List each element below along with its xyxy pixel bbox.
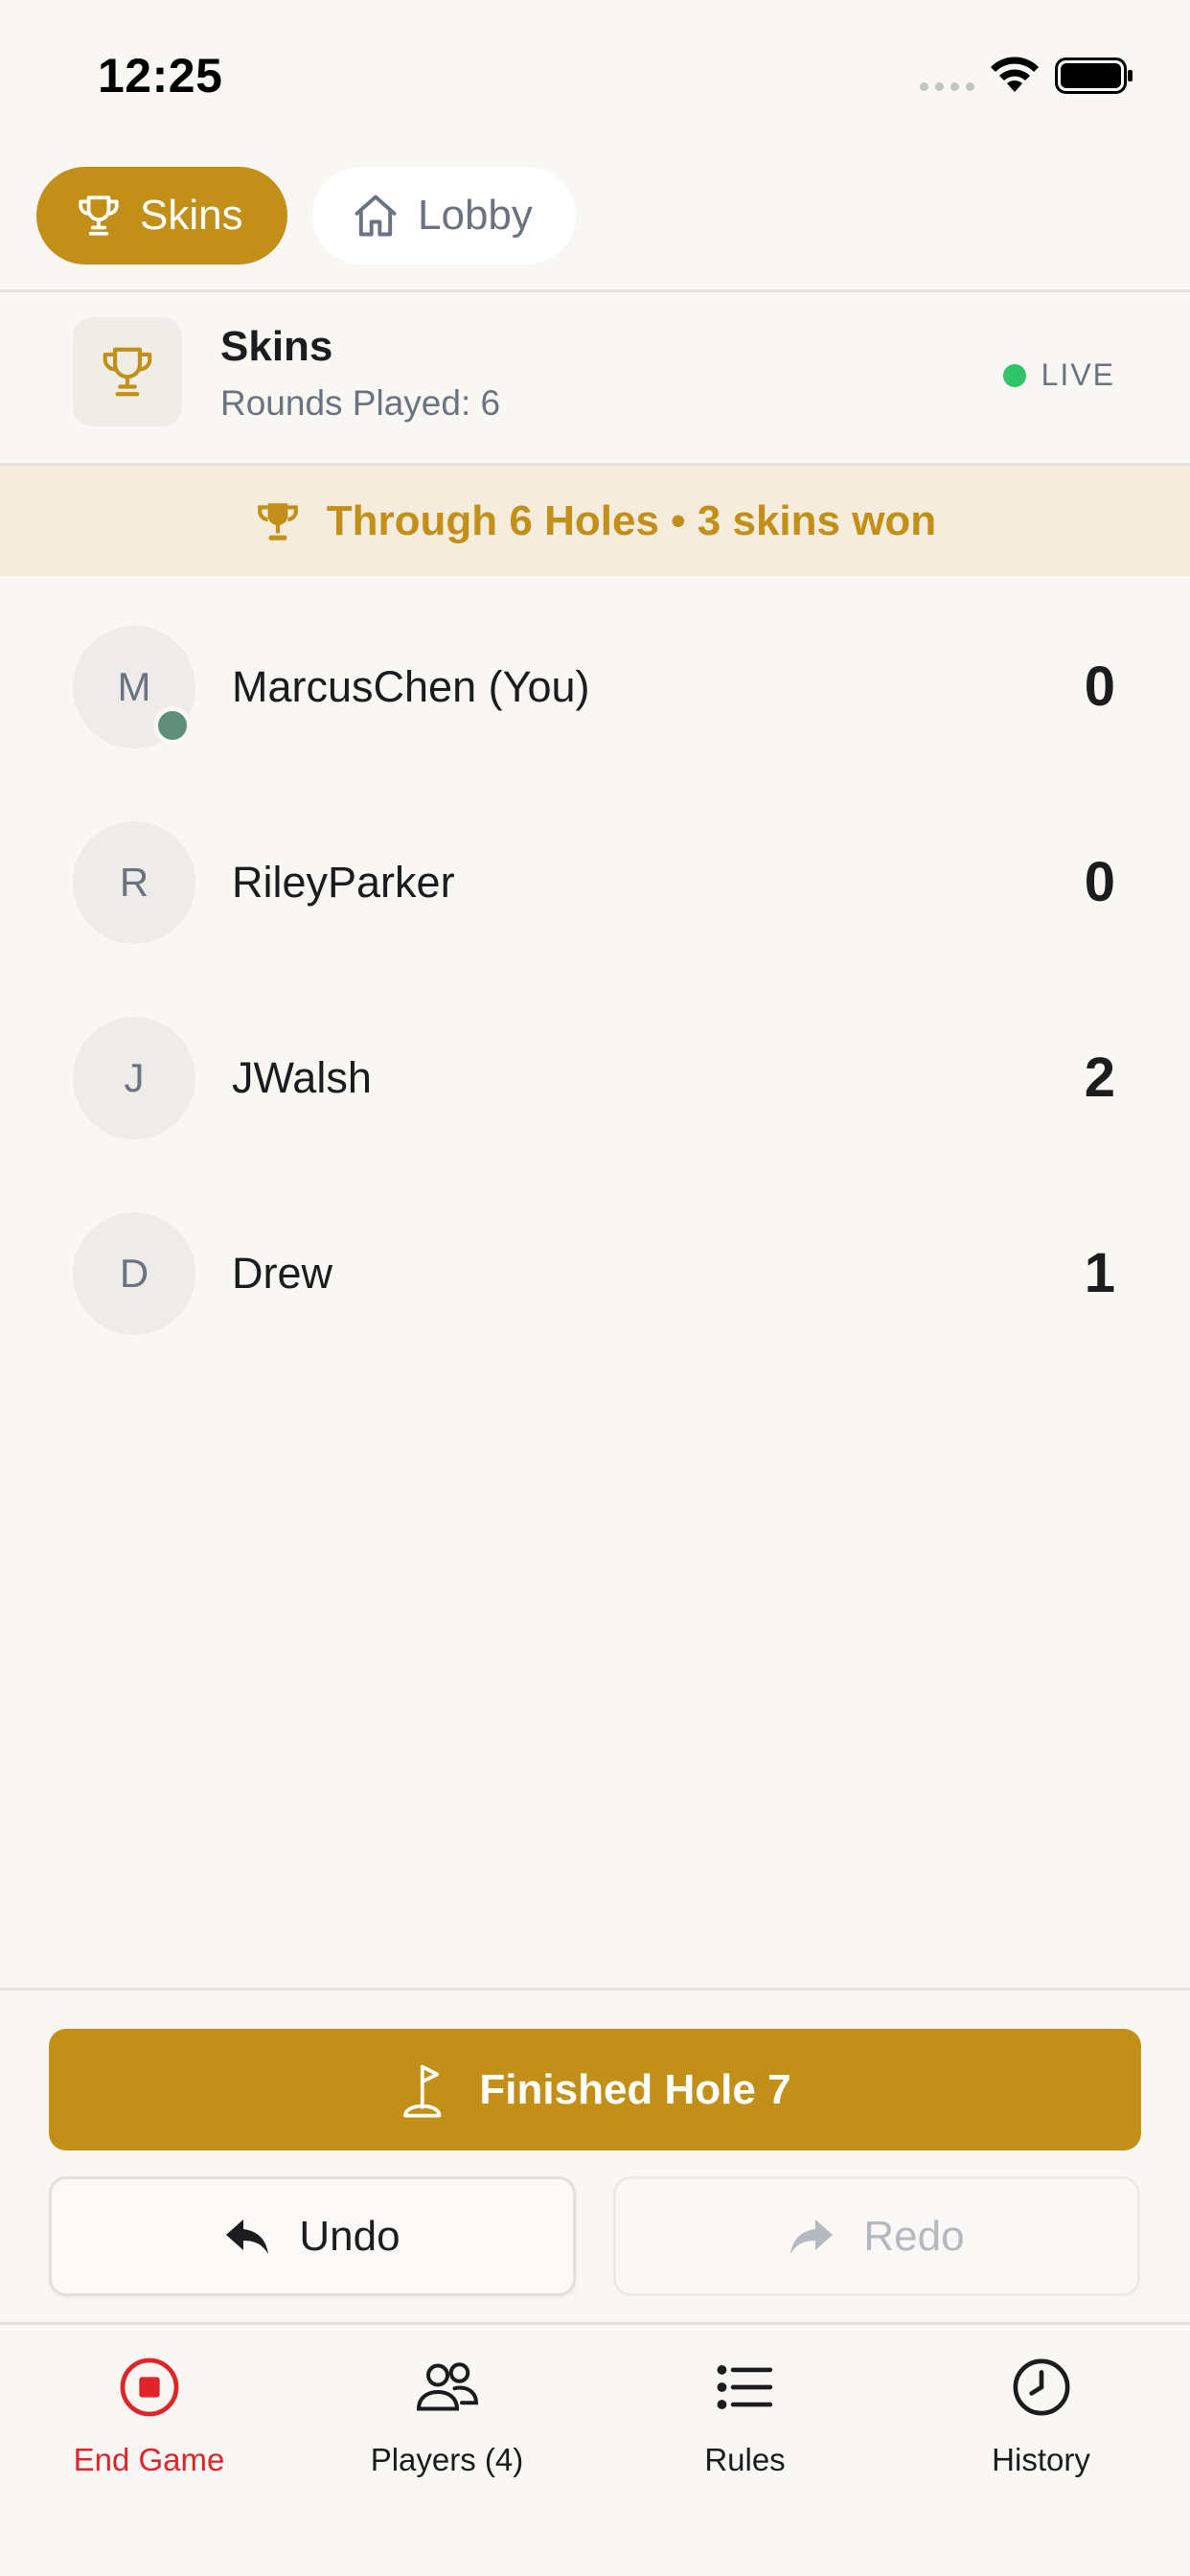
clock-icon <box>1013 2358 1069 2416</box>
undo-button[interactable]: Undo <box>49 2176 576 2296</box>
tab-history[interactable]: History <box>892 2344 1190 2478</box>
tab-players[interactable]: Players (4) <box>298 2344 596 2478</box>
tab-lobby[interactable]: Lobby <box>312 167 576 264</box>
battery-icon <box>1055 58 1133 94</box>
status-bar: 12:25 <box>0 0 1190 144</box>
list-icon <box>717 2365 772 2409</box>
bottom-tab-bar: End Game Players (4) Rules History <box>0 2325 1190 2576</box>
game-header: Skins Rounds Played: 6 LIVE <box>0 292 1190 465</box>
player-name: JWalsh <box>232 1053 372 1102</box>
player-score: 1 <box>1084 1242 1115 1304</box>
player-name: MarcusChen (You) <box>232 662 590 711</box>
trophy-icon <box>79 196 119 236</box>
player-score: 0 <box>1084 656 1115 718</box>
tab-lobby-label: Lobby <box>418 192 533 239</box>
tab-skins[interactable]: Skins <box>36 167 287 264</box>
player-row[interactable]: M MarcusChen (You) 0 <box>0 576 1190 771</box>
player-row[interactable]: R RileyParker 0 <box>0 771 1190 967</box>
tab-players-label: Players (4) <box>370 2442 524 2477</box>
live-dot-icon <box>1002 363 1026 387</box>
live-indicator: LIVE <box>1002 357 1115 393</box>
tab-rules-label: Rules <box>704 2442 786 2477</box>
game-title: Skins <box>220 323 333 370</box>
skins-status-banner: Through 6 Holes • 3 skins won <box>0 466 1190 576</box>
status-time: 12:25 <box>98 49 223 103</box>
redo-button[interactable]: Redo <box>613 2176 1140 2296</box>
player-list: M MarcusChen (You) 0 R RileyParker 0 J J… <box>0 576 1190 1358</box>
skins-game-screen: 12:25 Skins Lobby Skins Rounds Played: 6… <box>0 0 1190 2576</box>
player-name: Drew <box>232 1249 333 1298</box>
game-icon-box <box>73 317 182 426</box>
top-tabs: Skins Lobby <box>36 167 576 264</box>
banner-text: Through 6 Holes • 3 skins won <box>326 496 937 544</box>
trophy-icon <box>103 347 152 397</box>
player-score: 0 <box>1084 851 1115 913</box>
online-status-icon <box>153 706 192 745</box>
player-score: 2 <box>1084 1046 1115 1109</box>
avatar: D <box>73 1212 195 1335</box>
actions-divider <box>0 1988 1190 1990</box>
avatar: J <box>73 1017 195 1139</box>
rounds-played: Rounds Played: 6 <box>220 383 501 423</box>
tab-rules[interactable]: Rules <box>596 2344 894 2478</box>
player-name: RileyParker <box>232 858 455 907</box>
golf-flag-icon <box>403 2064 442 2117</box>
trophy-filled-icon <box>257 502 298 540</box>
home-icon <box>355 195 397 237</box>
stop-circle-icon <box>120 2358 178 2417</box>
player-row[interactable]: D Drew 1 <box>0 1162 1190 1358</box>
users-icon <box>416 2362 478 2411</box>
live-label: LIVE <box>1041 357 1115 392</box>
tab-end-game-label: End Game <box>73 2442 225 2477</box>
avatar: R <box>73 821 195 944</box>
tab-skins-label: Skins <box>140 192 243 239</box>
cellular-signal-icon <box>920 82 974 91</box>
redo-label: Redo <box>863 2212 965 2260</box>
undo-label: Undo <box>299 2212 400 2260</box>
wifi-icon <box>991 57 1039 92</box>
undo-arrow-icon <box>226 2219 269 2254</box>
finished-hole-button[interactable]: Finished Hole 7 <box>49 2029 1141 2150</box>
player-row[interactable]: J JWalsh 2 <box>0 967 1190 1162</box>
redo-arrow-icon <box>790 2219 834 2254</box>
tab-end-game[interactable]: End Game <box>0 2344 298 2478</box>
tab-history-label: History <box>992 2442 1090 2477</box>
finished-hole-label: Finished Hole 7 <box>479 2065 791 2113</box>
